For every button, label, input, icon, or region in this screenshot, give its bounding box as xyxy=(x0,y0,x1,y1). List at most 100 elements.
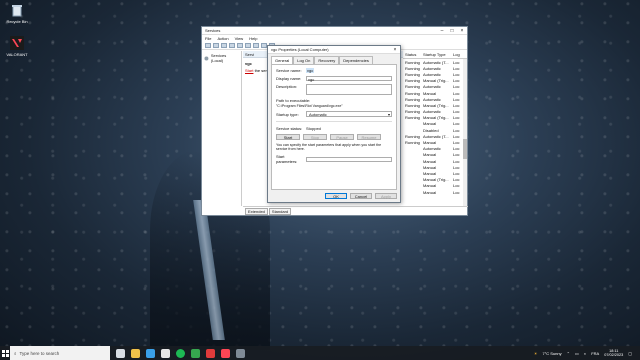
volume-icon[interactable]: ◖ xyxy=(584,351,586,356)
list-scrollbar[interactable] xyxy=(463,59,467,206)
row-startup-type: Automatic xyxy=(423,146,441,152)
close-icon[interactable]: × xyxy=(457,28,467,34)
table-row[interactable]: Running Automatic Loc xyxy=(403,109,467,115)
desktop-icon-recycle-bin[interactable]: Recycle Bin xyxy=(2,3,32,24)
table-row[interactable]: Running Automatic Loc xyxy=(403,65,467,71)
taskbar-search[interactable]: ⌕ Type here to search xyxy=(10,346,110,360)
forward-icon[interactable] xyxy=(213,43,219,48)
task-view-icon[interactable] xyxy=(116,348,125,358)
list-rows: Running Automatic (T... Loc Running Automati… xyxy=(403,59,467,195)
resume-button[interactable]: Resume xyxy=(357,134,381,140)
table-row[interactable]: Running Manual (Trig... Loc xyxy=(403,115,467,121)
network-icon[interactable]: ▭ xyxy=(575,351,579,356)
menu-help[interactable]: Help xyxy=(249,36,257,41)
service-name-value: vgc xyxy=(306,68,315,73)
column-log-on[interactable]: Log xyxy=(453,52,465,57)
table-row[interactable]: Manual Loc xyxy=(403,189,467,195)
tab-dependencies[interactable]: Dependencies xyxy=(339,56,373,64)
minimize-icon[interactable]: – xyxy=(437,28,447,34)
table-row[interactable]: Running Automatic (T... Loc xyxy=(403,59,467,65)
row-status: Running xyxy=(405,102,420,108)
show-hide-tree-icon[interactable] xyxy=(221,43,227,48)
edge-icon[interactable] xyxy=(146,348,155,358)
table-row[interactable]: Running Automatic Loc xyxy=(403,96,467,102)
recycle-bin-icon xyxy=(12,5,22,17)
pause-button[interactable]: Pause xyxy=(330,134,354,140)
help-icon[interactable] xyxy=(245,43,251,48)
tab-extended[interactable]: Extended xyxy=(245,207,268,215)
tab-log-on[interactable]: Log On xyxy=(293,56,315,64)
table-row[interactable]: Running Manual (Trig... Loc xyxy=(403,78,467,84)
valorant-taskbar-icon[interactable] xyxy=(221,348,230,358)
notification-icon[interactable]: ▢ xyxy=(628,351,632,356)
gear-icon xyxy=(204,56,209,60)
table-row[interactable]: Running Manual Loc xyxy=(403,139,467,145)
clock-date: 07/02/2023 xyxy=(604,353,624,357)
divider xyxy=(276,121,392,122)
apply-button[interactable]: Apply xyxy=(375,193,397,199)
weather-icon[interactable]: ☀ xyxy=(534,351,538,356)
services-taskbar-icon[interactable] xyxy=(236,348,245,358)
description-field[interactable] xyxy=(306,84,392,95)
close-icon[interactable]: × xyxy=(390,47,400,53)
language-indicator[interactable]: FRA xyxy=(591,351,599,356)
export-icon[interactable] xyxy=(237,43,243,48)
row-status: Running xyxy=(405,65,420,71)
stop-button[interactable]: Stop xyxy=(303,134,327,140)
row-startup-type: Automatic xyxy=(423,96,441,102)
back-icon[interactable] xyxy=(205,43,211,48)
tab-standard[interactable]: Standard xyxy=(268,207,292,215)
row-startup-type: Manual xyxy=(423,121,437,127)
display-name-field[interactable]: vgc xyxy=(306,76,392,82)
row-startup-type: Manual xyxy=(423,189,437,195)
table-row[interactable]: Running Automatic (T... Loc xyxy=(403,133,467,139)
row-startup-type: Manual xyxy=(423,140,437,146)
maximize-icon[interactable]: □ xyxy=(447,28,457,34)
chevron-down-icon: ▾ xyxy=(387,111,390,117)
table-row[interactable]: Running Automatic Loc xyxy=(403,84,467,90)
column-status[interactable]: Status xyxy=(403,52,423,57)
path-value: "C:\Program Files\Riot Vanguard\vgc.exe" xyxy=(276,104,343,108)
refresh-icon[interactable] xyxy=(229,43,235,48)
desktop-icon-valorant[interactable]: VALORANT xyxy=(2,36,32,57)
start-button[interactable] xyxy=(0,346,10,360)
menu-action[interactable]: Action xyxy=(217,36,228,41)
dialog-titlebar[interactable]: vgc Properties (Local Computer) × xyxy=(268,46,400,54)
chrome-icon[interactable] xyxy=(161,348,170,358)
row-status: Running xyxy=(405,84,420,90)
startup-type-value: Automatic xyxy=(309,111,327,117)
file-explorer-icon[interactable] xyxy=(131,348,140,358)
scrollbar-thumb[interactable] xyxy=(463,139,467,159)
services-titlebar[interactable]: Services – □ × xyxy=(202,27,467,35)
cancel-button[interactable]: Cancel xyxy=(350,193,372,199)
menu-file[interactable]: File xyxy=(205,36,211,41)
tree-item-services-local[interactable]: Services (Local) xyxy=(204,53,239,63)
tab-recovery[interactable]: Recovery xyxy=(314,56,340,64)
table-row[interactable]: Running Automatic Loc xyxy=(403,71,467,77)
tab-general[interactable]: General xyxy=(271,56,294,64)
startup-type-select[interactable]: Automatic ▾ xyxy=(306,111,392,117)
weather-text[interactable]: 7°C Sunny xyxy=(542,351,561,356)
clock[interactable]: 18:11 07/02/2023 xyxy=(604,349,623,358)
row-startup-type: Manual (Trig... xyxy=(423,177,449,183)
start-params-label: Start parameters: xyxy=(276,154,298,165)
ok-button[interactable]: OK xyxy=(325,193,347,199)
menu-view[interactable]: View xyxy=(235,36,244,41)
row-startup-type: Manual xyxy=(423,90,437,96)
chevron-up-icon[interactable]: ⌃ xyxy=(567,351,570,356)
app-icon-red[interactable] xyxy=(206,348,215,358)
row-startup-type: Manual xyxy=(423,152,437,158)
spotify-icon[interactable] xyxy=(176,348,185,358)
row-startup-type: Automatic (T... xyxy=(423,59,449,65)
table-row[interactable]: Running Manual Loc xyxy=(403,90,467,96)
start-button[interactable]: Start xyxy=(276,134,300,140)
table-row[interactable]: Running Manual (Trig... Loc xyxy=(403,102,467,108)
row-status: Running xyxy=(405,109,420,115)
start-params-input[interactable] xyxy=(306,156,392,162)
row-startup-type: Manual (Trig... xyxy=(423,102,449,108)
column-startup-type[interactable]: Startup Type xyxy=(423,52,453,57)
row-startup-type: Manual xyxy=(423,170,437,176)
properties-icon[interactable] xyxy=(253,43,259,48)
app-icon-green[interactable] xyxy=(191,348,200,358)
row-startup-type: Automatic xyxy=(423,84,441,90)
